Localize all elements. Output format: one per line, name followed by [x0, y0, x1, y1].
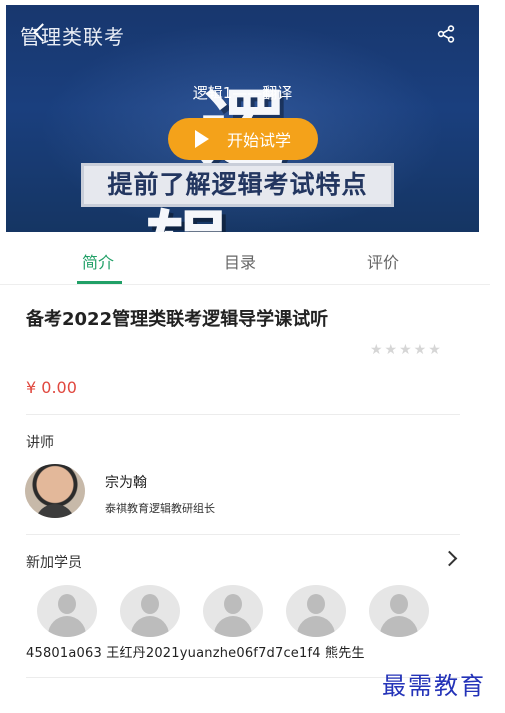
- teacher-role: 泰祺教育逻辑教研组长: [105, 502, 215, 515]
- course-video-banner[interactable]: 管理类联考 逻辑 逻辑1——翻译 开始试学 提前了解逻辑考试特点: [6, 5, 479, 232]
- student-avatar[interactable]: [286, 585, 346, 637]
- tab-catalog[interactable]: 目录: [224, 249, 256, 273]
- play-icon: [194, 130, 209, 148]
- tab-intro[interactable]: 简介: [82, 249, 114, 273]
- start-trial-button[interactable]: 开始试学: [168, 118, 318, 160]
- watermark-text: 最需教育: [382, 672, 486, 700]
- student-names: 45801a063 王红丹2021yuanzhe06f7d7ce1f4 熊先生: [26, 646, 365, 661]
- tab-bar: 简介 目录 评价: [0, 232, 490, 285]
- divider: [26, 414, 460, 415]
- student-avatar[interactable]: [369, 585, 429, 637]
- student-avatar[interactable]: [37, 585, 97, 637]
- teacher-section-label: 讲师: [26, 435, 54, 451]
- start-trial-label: 开始试学: [226, 131, 291, 150]
- student-avatar[interactable]: [203, 585, 263, 637]
- tab-reviews[interactable]: 评价: [367, 249, 399, 273]
- course-price: ¥ 0.00: [26, 378, 77, 397]
- divider: [26, 534, 460, 535]
- chevron-right-icon[interactable]: [441, 550, 458, 567]
- share-icon[interactable]: [437, 25, 455, 43]
- teacher-avatar[interactable]: [25, 464, 85, 518]
- banner-slogan: 提前了解逻辑考试特点: [81, 163, 394, 207]
- top-bar: 管理类联考: [6, 5, 479, 57]
- student-avatar[interactable]: [120, 585, 180, 637]
- new-students-label: 新加学员: [26, 555, 82, 571]
- rating-stars: ★★★★★: [370, 342, 443, 358]
- active-tab-indicator: [77, 281, 122, 284]
- course-title: 备考2022管理类联考逻辑导学课试听: [26, 309, 329, 330]
- video-title: 逻辑1——翻译: [192, 84, 293, 102]
- teacher-name[interactable]: 宗为翰: [105, 472, 147, 492]
